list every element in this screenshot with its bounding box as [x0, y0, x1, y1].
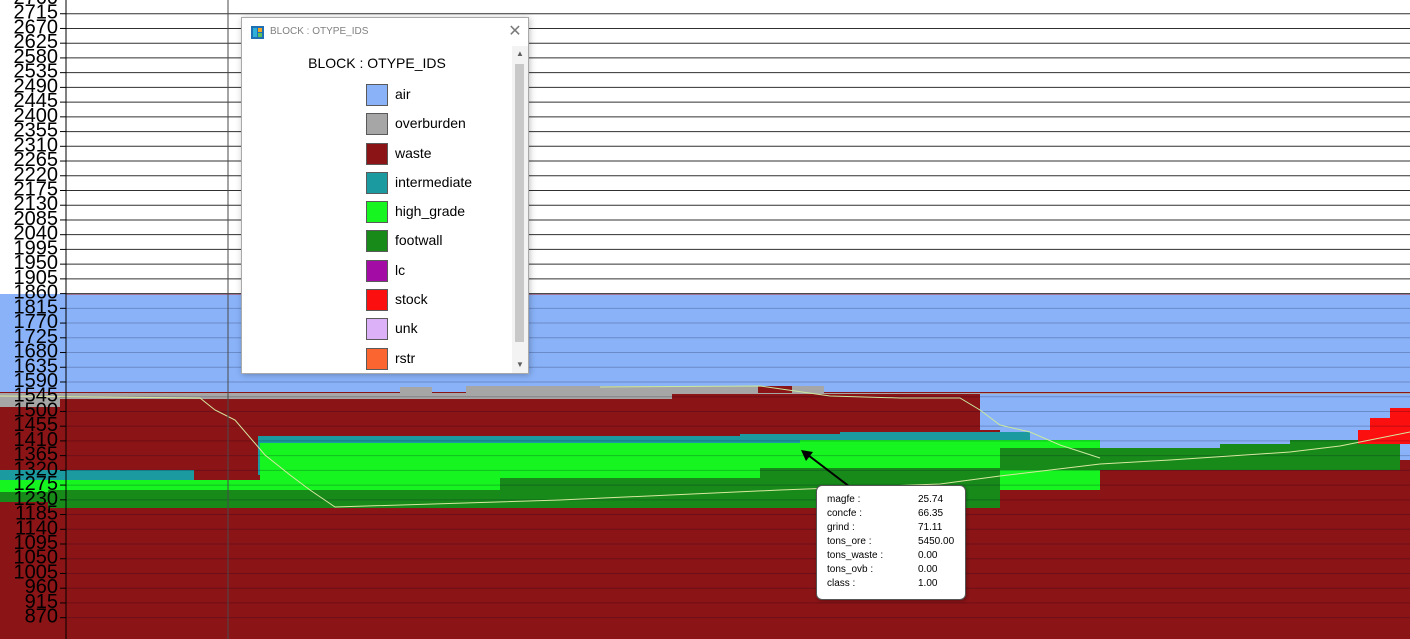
section-view[interactable]: 2760271526702625258025352490244524002355… [0, 0, 1410, 639]
legend-swatch [366, 318, 388, 341]
tooltip-row: magfe : 25.74 [827, 494, 963, 508]
legend-list: air overburden waste intermediate high_grade… [366, 83, 506, 376]
legend-item-rstr: rstr [366, 347, 506, 376]
scroll-thumb[interactable] [515, 64, 524, 342]
legend-label: high_grade [395, 203, 466, 220]
legend-swatch [366, 201, 388, 224]
block-info-tooltip: magfe : 25.74 concfe : 66.35 grind : 71.11 ton… [816, 485, 966, 600]
legend-item-waste: waste [366, 142, 506, 171]
legend-item-overburden: overburden [366, 112, 506, 141]
legend-item-lc: lc [366, 259, 506, 288]
legend-swatch [366, 289, 388, 312]
legend-swatch [366, 230, 388, 253]
tooltip-value: 71.11 [918, 522, 943, 533]
legend-label: waste [395, 144, 432, 161]
app-icon [251, 26, 264, 39]
legend-label: unk [395, 320, 418, 337]
tooltip-value: 25.74 [918, 494, 944, 505]
tooltip-key: magfe : [827, 494, 861, 505]
legend-item-unk: unk [366, 317, 506, 346]
tooltip-key: tons_ovb : [827, 564, 874, 575]
elevation-label: 870 [25, 606, 58, 628]
legend-item-high-grade: high_grade [366, 200, 506, 229]
tooltip-value: 66.35 [918, 508, 944, 519]
legend-label: intermediate [395, 173, 473, 190]
legend-heading: BLOCK : OTYPE_IDS [308, 55, 446, 71]
legend-swatch [366, 113, 388, 136]
legend-swatch [366, 142, 388, 165]
tooltip-value: 5450.00 [918, 536, 955, 547]
legend-item-stock: stock [366, 288, 506, 317]
legend-swatch [366, 171, 388, 194]
legend-titlebar[interactable]: BLOCK : OTYPE_IDS ✕ [242, 18, 528, 46]
legend-item-intermediate: intermediate [366, 171, 506, 200]
tooltip-key: tons_ore : [827, 536, 872, 547]
scroll-up-button[interactable]: ▲ [512, 46, 528, 62]
legend-swatch [366, 259, 388, 282]
tooltip-row: tons_ovb : 0.00 [827, 564, 963, 578]
legend-scrollbar[interactable]: ▲ ▼ [512, 46, 528, 373]
tooltip-key: tons_waste : [827, 550, 884, 561]
tooltip-value: 1.00 [918, 578, 938, 589]
tooltip-row: tons_waste : 0.00 [827, 550, 963, 564]
tooltip-row: class : 1.00 [827, 578, 963, 592]
tooltip-key: class : [827, 578, 856, 589]
legend-swatch [366, 84, 388, 106]
tooltip-value: 0.00 [918, 564, 938, 575]
legend-label: rstr [395, 349, 416, 366]
tooltip-row: grind : 71.11 [827, 522, 963, 536]
legend-window[interactable]: BLOCK : OTYPE_IDS ✕ BLOCK : OTYPE_IDS ai… [241, 17, 529, 374]
legend-label: footwall [395, 232, 443, 249]
legend-label: overburden [395, 115, 466, 132]
legend-item-footwall: footwall [366, 229, 506, 258]
tooltip-row: tons_ore : 5450.00 [827, 536, 963, 550]
section-background [0, 293, 1410, 639]
legend-label: air [395, 86, 411, 102]
legend-label: lc [395, 261, 406, 278]
tooltip-key: grind : [827, 522, 855, 533]
close-button[interactable]: ✕ [506, 23, 524, 41]
tooltip-row: concfe : 66.35 [827, 508, 963, 522]
legend-item-air: air [366, 83, 506, 112]
legend-label: stock [395, 291, 428, 308]
window-title: BLOCK : OTYPE_IDS [270, 26, 369, 37]
tooltip-key: concfe : [827, 508, 863, 519]
tooltip-value: 0.00 [918, 550, 938, 561]
elevation-labels: 2760271526702625258025352490244524002355… [14, 0, 59, 628]
scroll-down-button[interactable]: ▼ [512, 357, 528, 373]
legend-swatch [366, 347, 388, 370]
